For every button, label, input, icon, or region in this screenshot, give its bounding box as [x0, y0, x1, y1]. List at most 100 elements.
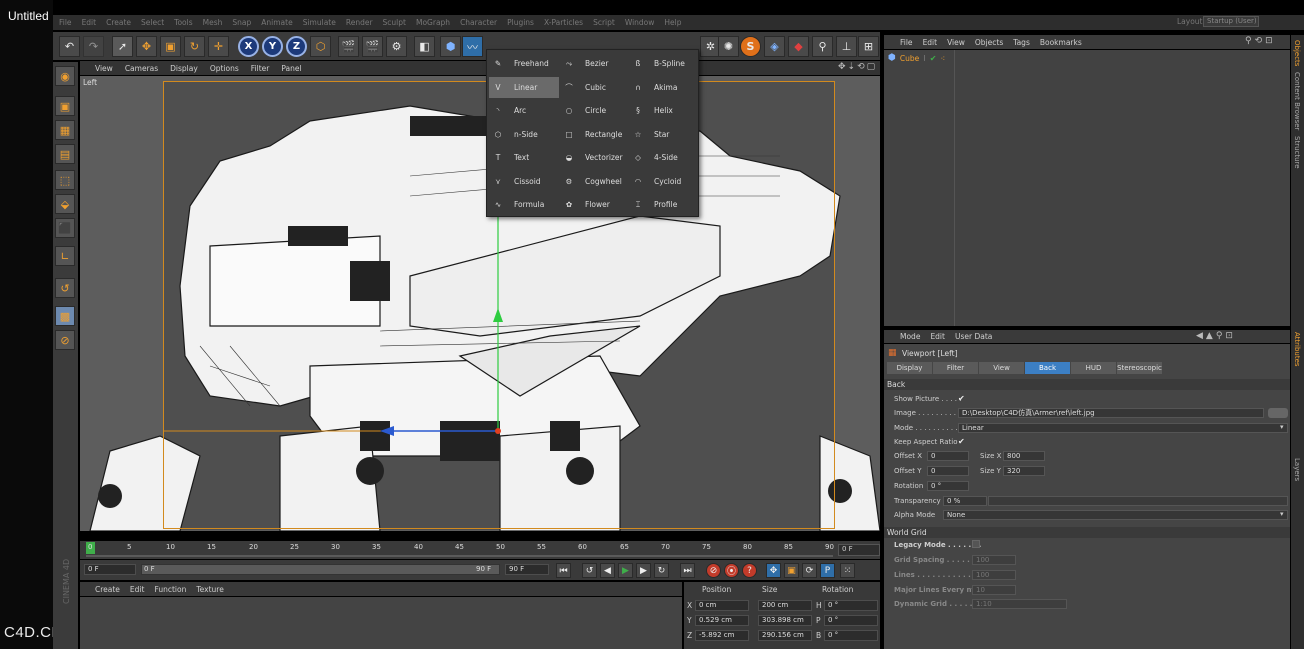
next-frame-icon[interactable]: ▶: [636, 563, 651, 578]
rotation-h-field[interactable]: 0 °: [824, 600, 878, 611]
keyframe-selection-icon[interactable]: ?: [742, 563, 757, 578]
spline-formula-item[interactable]: ∿ Formula: [489, 194, 559, 215]
objects-menu-edit[interactable]: Edit: [923, 38, 938, 47]
workplane-mode-icon[interactable]: ▤: [55, 144, 75, 164]
attr-menu-edit[interactable]: Edit: [930, 332, 945, 341]
prev-key-icon[interactable]: ↺: [582, 563, 597, 578]
section-back[interactable]: Back: [884, 379, 1290, 390]
goto-start-icon[interactable]: ⏮: [556, 563, 571, 578]
tab-content-browser[interactable]: Content Browser: [1293, 72, 1301, 130]
x-axis-lock-icon[interactable]: X: [238, 36, 259, 57]
mode-select[interactable]: Linear: [958, 423, 1288, 433]
spline-circle-item[interactable]: ○ Circle: [560, 100, 630, 121]
size-x-field[interactable]: 200 cm: [758, 600, 812, 611]
spline-bezier-item[interactable]: ⤳ Bezier: [560, 53, 630, 74]
transparency-field[interactable]: 0 %: [943, 496, 987, 506]
offset-x-field[interactable]: 0: [927, 451, 969, 461]
snap-settings-icon[interactable]: ▩: [55, 306, 75, 326]
image-path-field[interactable]: D:\Desktop\C4D仿真\Armer\ref\left.jpg: [958, 408, 1264, 418]
layout-select[interactable]: Startup (User): [1203, 16, 1259, 27]
select-arrow-icon[interactable]: ➚: [112, 36, 133, 57]
undo-icon[interactable]: ↶: [59, 36, 80, 57]
position-x-field[interactable]: 0 cm: [695, 600, 749, 611]
goto-end-icon[interactable]: ⏭: [680, 563, 695, 578]
attr-tab-view[interactable]: View: [979, 362, 1024, 374]
spline-bspline-item[interactable]: ß B-Spline: [629, 53, 699, 74]
objects-menu-bookmarks[interactable]: Bookmarks: [1040, 38, 1082, 47]
size-y-field[interactable]: 303.898 cm: [758, 615, 812, 626]
make-editable-icon[interactable]: ◉: [55, 66, 75, 86]
visibility-dots-icon[interactable]: ⁝: [923, 54, 926, 63]
rotate-tool-icon[interactable]: ↻: [184, 36, 205, 57]
tab-structure[interactable]: Structure: [1293, 136, 1301, 169]
cube-primitive-icon[interactable]: ◧: [414, 36, 435, 57]
attributes-nav-icons[interactable]: ◀▲⚲⊡: [1196, 331, 1236, 341]
size-z-field[interactable]: 290.156 cm: [758, 630, 812, 641]
viewport-menu-filter[interactable]: Filter: [251, 64, 270, 73]
dynamic-grid-select[interactable]: 1:10: [972, 599, 1067, 609]
z-axis-lock-icon[interactable]: Z: [286, 36, 307, 57]
attr-tab-filter[interactable]: Filter: [933, 362, 978, 374]
tab-objects[interactable]: Objects: [1293, 40, 1301, 66]
spline-linear-item[interactable]: V Linear: [489, 77, 559, 98]
lock-workplane-icon[interactable]: ⊘: [55, 330, 75, 350]
key-pla-icon[interactable]: ⁙: [840, 563, 855, 578]
spline-rectangle-item[interactable]: □ Rectangle: [560, 124, 630, 145]
material-menu-texture[interactable]: Texture: [196, 585, 223, 594]
camera-icon[interactable]: ◈: [764, 36, 785, 57]
menu-create[interactable]: Create: [106, 18, 131, 27]
viewport-menu-display[interactable]: Display: [170, 64, 198, 73]
menu-mesh[interactable]: Mesh: [203, 18, 223, 27]
objects-menu-objects[interactable]: Objects: [975, 38, 1003, 47]
light-icon[interactable]: ◆: [788, 36, 809, 57]
menu-mograph[interactable]: MoGraph: [416, 18, 450, 27]
rotation-p-field[interactable]: 0 °: [824, 615, 878, 626]
render-view-icon[interactable]: 🎬: [338, 36, 359, 57]
texture-mode-icon[interactable]: ▦: [55, 120, 75, 140]
menu-animate[interactable]: Animate: [261, 18, 292, 27]
menu-plugins[interactable]: Plugins: [507, 18, 534, 27]
spline-flower-item[interactable]: ✿ Flower: [560, 194, 630, 215]
next-key-icon[interactable]: ↻: [654, 563, 669, 578]
viewport-nav-icons[interactable]: ✥⇣⟲▢: [838, 62, 877, 72]
object-manager-list[interactable]: [884, 50, 1290, 326]
viewport-menu-cameras[interactable]: Cameras: [125, 64, 158, 73]
material-manager-area[interactable]: [80, 597, 682, 649]
spline-cubic-item[interactable]: ⌒ Cubic: [560, 77, 630, 98]
tab-layers[interactable]: Layers: [1293, 458, 1301, 481]
bg-rotation-field[interactable]: 0 °: [927, 481, 969, 491]
menu-simulate[interactable]: Simulate: [303, 18, 336, 27]
material-menu-create[interactable]: Create: [95, 585, 120, 594]
tweak-mode-icon[interactable]: ↺: [55, 278, 75, 298]
cube-object-icon[interactable]: ⬢: [440, 36, 461, 57]
menu-help[interactable]: Help: [664, 18, 681, 27]
live-selection-icon[interactable]: ✛: [208, 36, 229, 57]
edges-mode-icon[interactable]: ⬙: [55, 194, 75, 214]
plugin-s-icon[interactable]: S: [740, 36, 761, 57]
spline-freehand-item[interactable]: ✎ Freehand: [489, 53, 559, 74]
model-mode-icon[interactable]: ▣: [55, 96, 75, 116]
attr-tab-back[interactable]: Back: [1025, 362, 1070, 374]
current-frame-field[interactable]: 0 F: [838, 544, 880, 556]
prev-frame-icon[interactable]: ◀: [600, 563, 615, 578]
image-browse-button[interactable]: [1268, 408, 1288, 418]
menu-sculpt[interactable]: Sculpt: [383, 18, 406, 27]
objects-menu-view[interactable]: View: [947, 38, 965, 47]
spline-star-item[interactable]: ☆ Star: [629, 124, 699, 145]
spline-profile-item[interactable]: ⌶ Profile: [629, 194, 699, 215]
tab-attributes[interactable]: Attributes: [1293, 332, 1301, 367]
preview-range-slider[interactable]: [141, 564, 500, 575]
spline-nside-item[interactable]: ⬡ n-Side: [489, 124, 559, 145]
render-picture-viewer-icon[interactable]: 🎬: [362, 36, 383, 57]
key-scale-icon[interactable]: ▣: [784, 563, 799, 578]
render-settings-icon[interactable]: ⚙: [386, 36, 407, 57]
spline-cissoid-item[interactable]: ⋎ Cissoid: [489, 171, 559, 192]
menu-render[interactable]: Render: [346, 18, 373, 27]
lines-field[interactable]: 100: [972, 570, 1016, 580]
grid-spacing-field[interactable]: 100: [972, 555, 1016, 565]
viewport-menu-panel[interactable]: Panel: [281, 64, 301, 73]
phong-tag-icon[interactable]: ⁖: [940, 54, 945, 63]
enabled-check-icon[interactable]: ✔: [930, 54, 937, 63]
menu-snap[interactable]: Snap: [232, 18, 251, 27]
points-mode-icon[interactable]: ⬚: [55, 170, 75, 190]
